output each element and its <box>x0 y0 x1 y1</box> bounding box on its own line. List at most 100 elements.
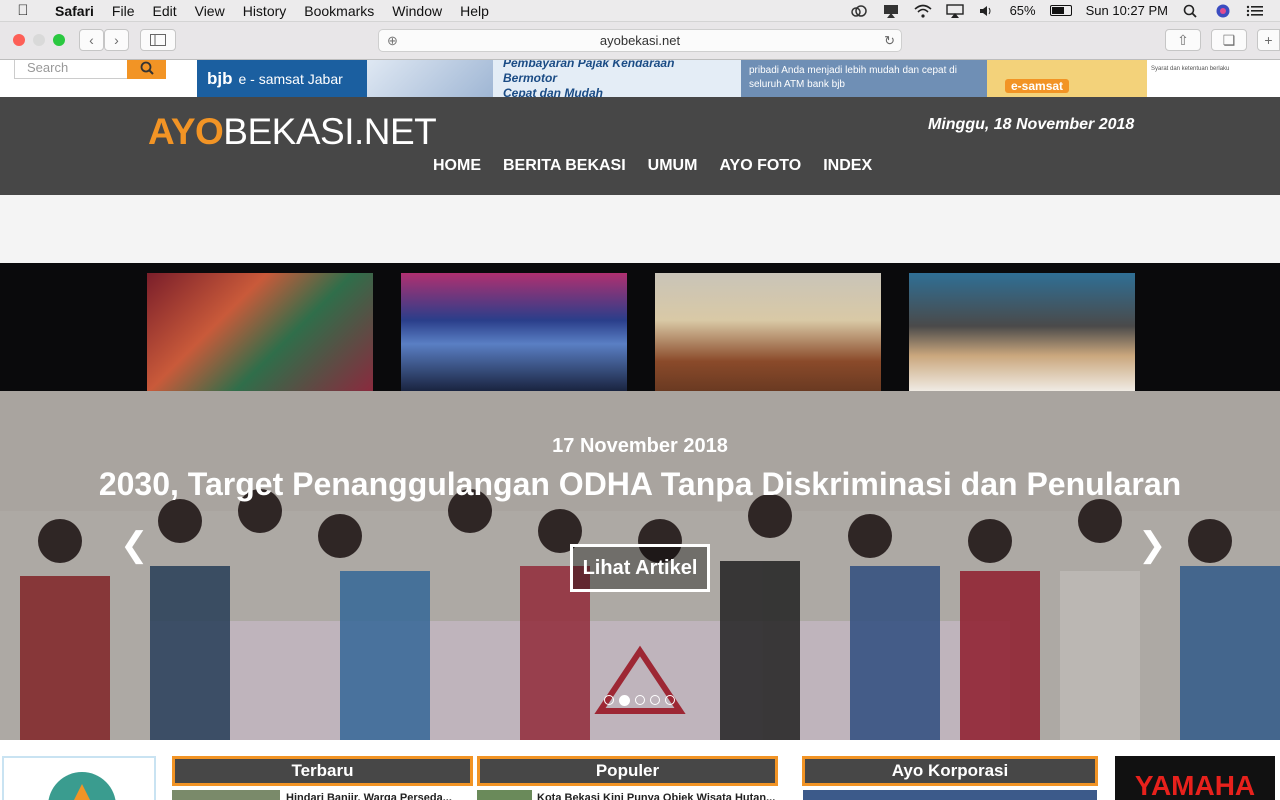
banner-small-text: Syarat dan ketentuan berlaku <box>1151 66 1230 72</box>
add-bookmark-icon[interactable]: ⊕ <box>387 33 398 49</box>
banner-description: pribadi Anda menjadi lebih mudah dan cep… <box>741 60 987 97</box>
spotlight-icon[interactable] <box>1182 4 1200 18</box>
share-icon: ⇧ <box>1177 31 1189 48</box>
slide-dot-4[interactable] <box>650 695 660 705</box>
banner-brand-block: bjb e - samsat Jabar <box>197 60 367 97</box>
nav-index[interactable]: INDEX <box>812 157 883 175</box>
menu-help[interactable]: Help <box>451 3 498 19</box>
slide-dot-1[interactable] <box>604 695 614 705</box>
banner-tagline: Pembayaran Pajak Kendaraan Bermotor Cepa… <box>493 60 741 100</box>
menu-window[interactable]: Window <box>383 3 451 19</box>
bottom-section: Terbaru Populer Ayo Korporasi Hindari Ba… <box>0 740 1280 800</box>
thumbnail-2[interactable] <box>401 273 627 391</box>
apple-icon[interactable]:  <box>0 2 46 19</box>
close-window-button[interactable] <box>13 34 25 46</box>
korporasi-thumb[interactable] <box>803 790 1097 800</box>
chevron-left-icon: ‹ <box>89 32 94 48</box>
next-slide-icon[interactable]: ❯ <box>1138 525 1167 565</box>
url-text: ayobekasi.net <box>599 33 681 48</box>
notification-icon[interactable] <box>882 4 900 18</box>
thumbnail-4[interactable] <box>909 273 1135 391</box>
prev-slide-icon[interactable]: ❮ <box>120 525 149 565</box>
read-article-button[interactable]: Lihat Artikel <box>570 544 710 592</box>
slide-dot-3[interactable] <box>635 695 645 705</box>
top-ad-strip: Search bjb e - samsat Jabar Pembayaran P… <box>0 60 1280 100</box>
notification-center-icon[interactable] <box>1246 4 1264 18</box>
sidebar-icon <box>150 34 166 46</box>
terbaru-thumb[interactable] <box>172 790 280 800</box>
tabs-icon: ❏ <box>1222 31 1236 48</box>
airplay-icon[interactable] <box>945 3 964 18</box>
wifi-icon[interactable] <box>914 4 932 18</box>
web-page: Search bjb e - samsat Jabar Pembayaran P… <box>0 60 1280 800</box>
main-nav: HOME BERITA BEKASI UMUM AYO FOTO INDEX <box>422 157 883 175</box>
logo-ayo: AYO <box>148 111 224 152</box>
new-tab-button[interactable]: + <box>1257 29 1280 51</box>
ad-placeholder <box>0 195 1280 263</box>
banner-brand: bjb <box>207 68 233 88</box>
thumbnail-3[interactable] <box>655 273 881 391</box>
clock[interactable]: Sun 10:27 PM <box>1086 3 1168 18</box>
menu-bookmarks[interactable]: Bookmarks <box>295 3 383 19</box>
minimize-window-button[interactable] <box>33 34 45 46</box>
nav-ayo-foto[interactable]: AYO FOTO <box>708 157 812 175</box>
slide-dot-2[interactable] <box>619 695 630 706</box>
nav-berita-bekasi[interactable]: BERITA BEKASI <box>492 157 637 175</box>
search-button[interactable] <box>127 60 166 79</box>
terbaru-header[interactable]: Terbaru <box>172 756 473 786</box>
populer-thumb[interactable] <box>477 790 532 800</box>
volume-icon[interactable] <box>978 4 996 18</box>
tabs-overview-button[interactable]: ❏ <box>1211 29 1247 51</box>
menu-file[interactable]: File <box>103 3 144 19</box>
browser-toolbar: ‹ › ⊕ ayobekasi.net ↻ ⇧ ❏ + <box>0 22 1280 60</box>
hero-date: 17 November 2018 <box>552 435 728 457</box>
bjb-esamsat-banner[interactable]: bjb e - samsat Jabar Pembayaran Pajak Ke… <box>197 60 1280 100</box>
slide-dot-5[interactable] <box>665 695 675 705</box>
reload-icon[interactable]: ↻ <box>884 33 895 49</box>
menu-app[interactable]: Safari <box>46 3 103 19</box>
menu-edit[interactable]: Edit <box>143 3 185 19</box>
sidebar-ad-logo[interactable] <box>2 756 156 800</box>
battery-icon[interactable] <box>1049 5 1072 16</box>
banner-esamsat-logo: e-samsat <box>987 60 1147 97</box>
nav-umum[interactable]: UMUM <box>637 157 709 175</box>
thumbnail-1[interactable] <box>147 273 373 391</box>
banner-desc-2: seluruh ATM bank bjb <box>749 79 845 90</box>
menu-history[interactable]: History <box>234 3 296 19</box>
thumbnail-strip <box>0 263 1280 391</box>
back-button[interactable]: ‹ <box>79 29 104 51</box>
siri-icon[interactable] <box>1214 4 1232 18</box>
banner-esamsat-text: e-samsat <box>1005 79 1070 93</box>
logo-rest: BEKASI.NET <box>223 111 437 152</box>
search-icon <box>140 61 154 75</box>
banner-fineprint: Syarat dan ketentuan berlaku <box>1147 60 1280 97</box>
site-logo[interactable]: AYOBEKASI.NET <box>148 111 437 153</box>
plus-icon: + <box>1264 32 1273 48</box>
sidebar-toggle-button[interactable] <box>140 29 176 51</box>
hero-title[interactable]: 2030, Target Penanggulangan ODHA Tanpa D… <box>0 466 1280 503</box>
macos-menubar:  Safari File Edit View History Bookmark… <box>0 0 1280 22</box>
status-area: 65% Sun 10:27 PM <box>850 3 1280 18</box>
yamaha-ad[interactable]: YAMAHA <box>1115 756 1275 800</box>
address-bar[interactable]: ⊕ ayobekasi.net ↻ <box>378 29 902 52</box>
nav-home[interactable]: HOME <box>422 157 492 175</box>
korporasi-header[interactable]: Ayo Korporasi <box>802 756 1098 786</box>
zoom-window-button[interactable] <box>53 34 65 46</box>
chevron-right-icon: › <box>114 32 119 48</box>
hero-slider: 17 November 2018 2030, Target Penanggula… <box>0 391 1280 740</box>
banner-title: e - samsat Jabar <box>238 70 343 87</box>
populer-item[interactable]: Kota Bekasi Kini Punya Objek Wisata Huta… <box>537 792 775 800</box>
site-header: AYOBEKASI.NET Minggu, 18 November 2018 H… <box>0 97 1280 195</box>
share-button[interactable]: ⇧ <box>1165 29 1201 51</box>
banner-photo <box>367 60 493 97</box>
header-date: Minggu, 18 November 2018 <box>928 116 1135 133</box>
banner-desc-1: pribadi Anda menjadi lebih mudah dan cep… <box>749 65 957 76</box>
ayo-logo-mark <box>48 772 116 800</box>
forward-button[interactable]: › <box>104 29 129 51</box>
terbaru-item[interactable]: Hindari Banjir, Warga Perseda... <box>286 792 452 800</box>
banner-tagline-1: Pembayaran Pajak Kendaraan Bermotor <box>503 60 675 85</box>
populer-header[interactable]: Populer <box>477 756 778 786</box>
creative-cloud-icon[interactable] <box>850 4 868 18</box>
battery-percent: 65% <box>1009 3 1036 18</box>
menu-view[interactable]: View <box>186 3 234 19</box>
